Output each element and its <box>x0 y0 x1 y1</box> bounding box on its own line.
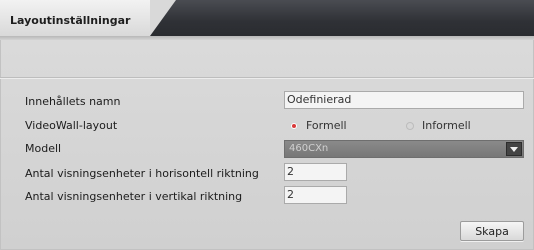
model-select-value: 460CXn <box>289 143 329 154</box>
videowall-layout-label: VideoWall-layout <box>25 119 118 132</box>
horizontal-count-input[interactable]: 2 <box>284 163 347 181</box>
radio-informal[interactable]: Informell <box>406 119 471 132</box>
header-shadow <box>0 36 534 40</box>
vertical-count-label: Antal visningsenheter i vertikal riktnin… <box>25 190 243 203</box>
radio-selected-icon <box>290 121 298 130</box>
divider-highlight <box>0 78 534 79</box>
chevron-down-icon[interactable] <box>506 142 522 156</box>
horizontal-count-label: Antal visningsenheter i horisontell rikt… <box>25 167 259 180</box>
create-button[interactable]: Skapa <box>460 221 524 241</box>
radio-formal[interactable]: Formell <box>290 119 347 132</box>
radio-formal-label: Formell <box>306 119 347 132</box>
layout-settings-panel: Layoutinställningar Innehållets namn Ode… <box>0 0 534 250</box>
vertical-count-input[interactable]: 2 <box>284 186 347 204</box>
videowall-layout-radio-group: Formell Informell <box>284 117 524 135</box>
content-name-input[interactable]: Odefinierad <box>284 91 524 109</box>
model-select[interactable]: 460CXn <box>284 140 524 158</box>
tab-label: Layoutinställningar <box>10 14 131 27</box>
radio-informal-label: Informell <box>422 119 471 132</box>
model-label: Modell <box>25 142 62 155</box>
tab-layout-settings[interactable]: Layoutinställningar <box>0 0 176 36</box>
radio-unselected-icon <box>406 121 414 130</box>
content-name-label: Innehållets namn <box>25 95 121 108</box>
